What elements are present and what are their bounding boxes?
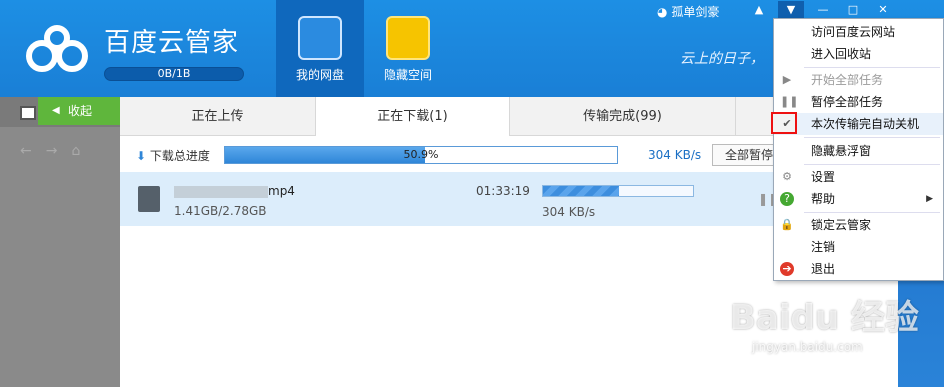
download-arrow-icon: ⬇ bbox=[136, 149, 147, 163]
menu-item-recycle-bin[interactable]: 进入回收站 bbox=[774, 43, 943, 65]
lock-icon: 🔒 bbox=[780, 218, 794, 231]
pause-icon: ❚❚ bbox=[780, 95, 799, 108]
menu-dropdown-button[interactable]: ▼ bbox=[778, 1, 804, 18]
menu-item-auto-shutdown[interactable]: ✔ 本次传输完自动关机 bbox=[771, 112, 943, 135]
nav-hidden-space[interactable]: 隐藏空间 bbox=[364, 0, 452, 97]
blurred-filename bbox=[174, 185, 268, 198]
menu-item-settings[interactable]: ⚙ 设置 bbox=[774, 166, 943, 188]
sidebar: ◀ 收起 ←→⌂ bbox=[0, 97, 120, 387]
notification-bell-icon[interactable]: ▲ bbox=[746, 1, 772, 18]
tab-completed[interactable]: 传输完成(99) bbox=[510, 97, 736, 136]
menu-item-exit[interactable]: ➔ 退出 bbox=[774, 258, 943, 280]
file-speed: 304 KB/s bbox=[542, 205, 596, 219]
video-file-icon bbox=[138, 186, 160, 212]
watermark-logo: Baidu 经验 bbox=[730, 298, 919, 338]
file-size: 1.41GB/2.78GB bbox=[174, 204, 267, 218]
maximize-button[interactable]: □ bbox=[840, 1, 866, 18]
overall-progress-percent: 50.9% bbox=[403, 148, 439, 161]
nav-hidden-space-label: 隐藏空间 bbox=[383, 68, 432, 82]
user-name: 孤单剑豪 bbox=[671, 5, 720, 19]
forward-arrow-icon[interactable]: → bbox=[46, 143, 72, 159]
time-remaining: 01:33:19 bbox=[476, 184, 530, 198]
menu-separator bbox=[804, 164, 940, 165]
app-title: 百度云管家 bbox=[104, 28, 240, 58]
menu-item-pause-all[interactable]: ❚❚ 暂停全部任务 bbox=[774, 91, 943, 113]
overall-progress-bar: 50.9% bbox=[224, 146, 618, 164]
menu-separator bbox=[804, 67, 940, 68]
collapse-label: 收起 bbox=[68, 104, 93, 118]
home-icon[interactable]: ⌂ bbox=[71, 143, 94, 159]
nav-my-drive-label: 我的网盘 bbox=[295, 68, 344, 82]
gear-icon: ⚙ bbox=[782, 170, 792, 183]
user-account[interactable]: ◕ 孤单剑豪 bbox=[657, 3, 719, 20]
menu-item-logout[interactable]: 注销 bbox=[774, 236, 943, 258]
file-name: mp4 bbox=[174, 184, 295, 198]
menu-separator bbox=[804, 212, 940, 213]
submenu-arrow-icon: ▶ bbox=[926, 194, 933, 204]
context-menu: 访问百度云网站 进入回收站 ▶ 开始全部任务 ❚❚ 暂停全部任务 ✔ 本次传输完自动… bbox=[771, 18, 944, 281]
watermark-url: jingyan.baidu.com bbox=[752, 340, 863, 354]
cloud-drive-icon bbox=[298, 16, 342, 60]
file-progress-bar bbox=[542, 185, 694, 197]
menu-separator bbox=[804, 137, 940, 138]
pause-all-button[interactable]: 全部暂停 bbox=[712, 144, 782, 166]
menu-item-help[interactable]: ? 帮助 ▶ bbox=[774, 188, 943, 210]
upload-icon[interactable] bbox=[20, 106, 36, 120]
menu-item-start-all[interactable]: ▶ 开始全部任务 bbox=[774, 69, 943, 91]
checkmark-icon: ✔ bbox=[782, 117, 792, 130]
exit-icon: ➔ bbox=[780, 262, 794, 276]
overall-progress-label: ⬇ 下载总进度 bbox=[136, 149, 210, 163]
menu-item-visit-site[interactable]: 访问百度云网站 bbox=[774, 21, 943, 43]
lock-shield-icon bbox=[386, 16, 430, 60]
minimize-button[interactable]: — bbox=[810, 1, 836, 18]
back-arrow-icon[interactable]: ← bbox=[20, 143, 46, 159]
collapse-arrow-icon: ◀ bbox=[52, 105, 60, 116]
close-button[interactable]: ✕ bbox=[870, 1, 896, 18]
play-icon: ▶ bbox=[782, 73, 792, 86]
menu-item-hide-float[interactable]: 隐藏悬浮窗 bbox=[774, 140, 943, 162]
tab-uploading[interactable]: 正在上传 bbox=[120, 97, 316, 136]
baidu-cloud-logo-icon bbox=[26, 25, 88, 72]
collapse-button[interactable]: ◀ 收起 bbox=[38, 97, 120, 125]
menu-item-lock[interactable]: 🔒 锁定云管家 bbox=[774, 214, 943, 236]
overall-speed: 304 KB/s bbox=[648, 148, 702, 162]
user-avatar-icon: ◕ bbox=[657, 5, 668, 19]
nav-my-drive[interactable]: 我的网盘 bbox=[276, 0, 364, 97]
nav-toolbar: ←→⌂ bbox=[0, 143, 120, 165]
help-icon: ? bbox=[780, 192, 794, 206]
storage-quota: 0B/1B bbox=[104, 67, 244, 81]
file-progress-fill bbox=[543, 186, 620, 196]
tab-downloading[interactable]: 正在下载(1) bbox=[316, 97, 510, 137]
slogan: 云上的日子， bbox=[680, 51, 764, 67]
